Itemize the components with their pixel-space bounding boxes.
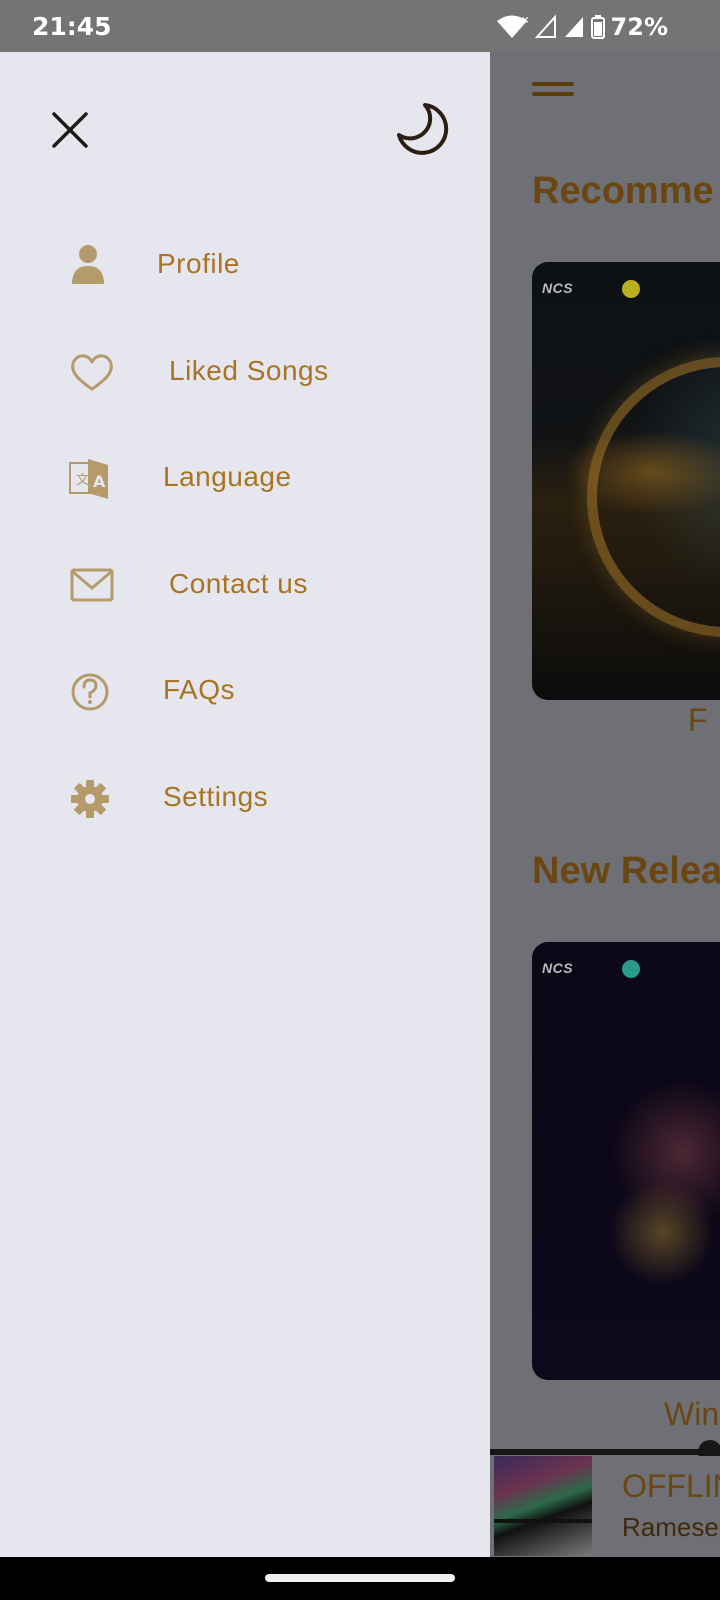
menu-item-settings[interactable]: Settings	[60, 763, 440, 833]
svg-text:A: A	[93, 472, 106, 491]
theme-toggle-button[interactable]	[395, 102, 449, 156]
section-title-recommended: Recomme	[532, 170, 714, 212]
close-icon	[52, 112, 88, 148]
home-screen-background[interactable]: Recomme NCS F New Relea NCS Win	[490, 52, 720, 1557]
mail-icon	[68, 564, 116, 608]
ncs-badge: NCS	[542, 960, 574, 976]
menu-item-profile[interactable]: Profile	[60, 230, 440, 300]
section-title-new-releases: New Relea	[532, 850, 720, 892]
recommended-album-card[interactable]: NCS	[532, 262, 720, 700]
menu-item-label: Profile	[157, 248, 240, 279]
menu-item-label: Language	[163, 461, 292, 492]
translate-icon: 文 A	[68, 457, 116, 501]
navigation-drawer: Profile Liked Songs 文 A Language Contact…	[0, 52, 490, 1557]
mini-player-artist: Ramese	[622, 1512, 719, 1542]
battery-percent: 72%	[610, 13, 668, 41]
playback-progress-bar[interactable]	[490, 1449, 720, 1455]
menu-item-faqs[interactable]: FAQs	[60, 656, 440, 726]
ncs-badge: NCS	[542, 280, 574, 296]
person-icon	[68, 244, 116, 288]
status-time: 21:45	[32, 12, 112, 41]
menu-item-label: Liked Songs	[169, 355, 329, 386]
menu-item-contact-us[interactable]: Contact us	[60, 550, 440, 620]
menu-icon[interactable]	[532, 82, 574, 102]
svg-text:×: ×	[521, 15, 529, 26]
gear-icon	[68, 777, 116, 821]
status-bar: 21:45 × 72%	[0, 0, 720, 52]
mini-player-album-art	[494, 1456, 592, 1556]
menu-item-label: Settings	[163, 781, 269, 812]
menu-item-label: Contact us	[169, 568, 308, 599]
menu-item-liked-songs[interactable]: Liked Songs	[60, 337, 440, 407]
system-navigation-bar	[0, 1557, 720, 1600]
status-icons: × 72%	[495, 12, 668, 42]
signal-icon	[564, 17, 583, 37]
svg-text:文: 文	[76, 473, 89, 488]
moon-icon	[397, 103, 449, 155]
menu-item-label: FAQs	[163, 674, 236, 705]
mini-player-title: OFFLIN	[622, 1468, 720, 1504]
album-art-ring	[587, 357, 720, 637]
wifi-icon: ×	[496, 15, 529, 38]
status-dot	[622, 960, 640, 978]
close-button[interactable]	[48, 108, 92, 152]
battery-icon	[590, 15, 605, 39]
recommended-caption: F	[688, 702, 708, 738]
mini-player[interactable]: OFFLIN Ramese	[490, 1456, 720, 1557]
heart-icon	[68, 351, 116, 395]
new-release-album-card[interactable]: NCS	[532, 942, 720, 1380]
home-gesture-handle[interactable]	[265, 1574, 455, 1582]
status-dot	[622, 280, 640, 298]
menu-item-language[interactable]: 文 A Language	[60, 443, 440, 513]
help-icon	[68, 670, 116, 714]
signal-icon	[534, 15, 556, 38]
new-release-caption: Win	[664, 1396, 720, 1432]
